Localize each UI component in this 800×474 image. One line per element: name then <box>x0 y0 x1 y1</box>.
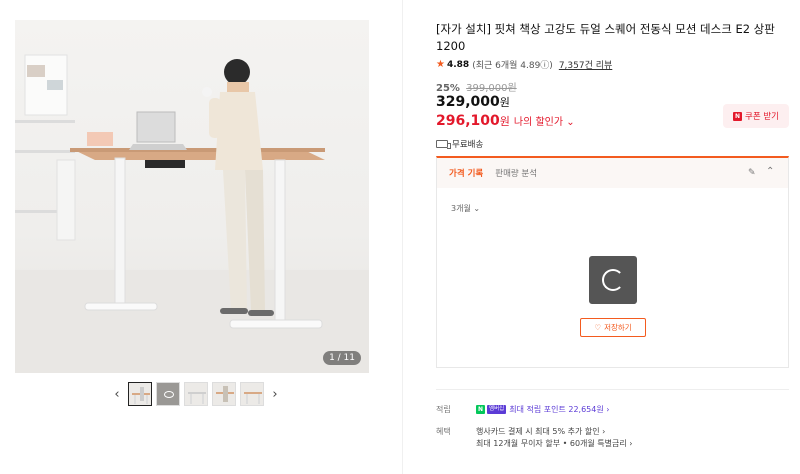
product-page: 1 / 11 ‹ › [자가 설치] 핏쳐 책상 고강도 듀얼 스퀘어 전동식 … <box>0 0 800 474</box>
thumbnail-1[interactable] <box>128 382 152 406</box>
thumbnail-2[interactable] <box>156 382 180 406</box>
spinner-icon <box>602 269 624 291</box>
truck-icon <box>436 140 451 149</box>
tab-sales-analysis[interactable]: 판매량 분석 <box>495 167 537 179</box>
discount-row: 25% 399,000원 <box>436 79 517 94</box>
shipping-info: 무료배송 <box>436 138 483 150</box>
card-discount-link[interactable]: 행사카드 결제 시 최대 5% 추가 할인 › <box>476 426 632 438</box>
shipping-label: 무료배송 <box>452 140 484 150</box>
sale-price: 329,000원 <box>436 94 510 110</box>
thumbnail-strip: ‹ › <box>110 382 282 406</box>
npay-badge: N 멤버십 <box>476 404 507 415</box>
rating-score: 4.88 <box>446 59 470 70</box>
thumbnail-5[interactable] <box>240 382 264 406</box>
membership-badge: 멤버십 <box>487 405 507 414</box>
rating-recent[interactable]: (최근 6개월 4.89ⓘ) <box>472 58 553 71</box>
star-icon: ★ <box>436 59 445 70</box>
sale-price-value: 329,000 <box>436 94 500 110</box>
npay-logo: N <box>476 405 486 414</box>
max-points-link[interactable]: 최대 적립 포인트 22,654원 › <box>509 404 609 415</box>
thumbnail-next-arrow-icon[interactable]: › <box>268 382 282 406</box>
my-price-value: 296,100 <box>436 113 500 129</box>
edit-icon[interactable]: ✎ <box>748 168 758 178</box>
coupon-button[interactable]: N 쿠폰 받기 <box>723 104 789 128</box>
discount-percent: 25% <box>436 83 460 94</box>
product-main-image[interactable]: 1 / 11 <box>15 20 369 373</box>
sale-price-unit: 원 <box>499 96 510 109</box>
benefits-row: 혜택 행사카드 결제 시 최대 5% 추가 할인 › 최대 12개월 무이자 할… <box>436 426 632 450</box>
save-label: 저장하기 <box>604 323 632 332</box>
loading-spinner <box>589 256 637 304</box>
heart-icon: ♡ <box>594 323 602 332</box>
benefits-list: 행사카드 결제 시 최대 5% 추가 할인 › 최대 12개월 무이자 할부 •… <box>476 426 632 450</box>
thumbnail-4[interactable] <box>212 382 236 406</box>
price-history-panel: 가격 기록 판매량 분석 ✎ ⌃ 3개월 ⌄ ♡ 저장하기 <box>436 156 789 368</box>
chevron-up-icon[interactable]: ⌃ <box>766 166 778 178</box>
tab-price-history[interactable]: 가격 기록 <box>449 167 483 179</box>
image-counter-badge: 1 / 11 <box>323 351 361 365</box>
my-price-dropdown[interactable]: 나의 할인가 ⌄ <box>514 117 575 128</box>
product-title: [자가 설치] 핏쳐 책상 고강도 듀얼 스퀘어 전동식 모션 데스크 E2 상… <box>436 22 775 53</box>
installment-link[interactable]: 최대 12개월 무이자 할부 • 60개월 특별금리 › <box>476 438 632 450</box>
rating-row: ★ 4.88 (최근 6개월 4.89ⓘ) 7,357건 리뷰 <box>436 58 612 71</box>
my-price-unit: 원 <box>499 115 510 128</box>
coupon-icon: N <box>733 111 742 121</box>
thumbnail-3[interactable] <box>184 382 208 406</box>
product-photo-illustration <box>15 54 369 373</box>
section-divider <box>436 389 789 390</box>
review-count-link[interactable]: 7,357건 리뷰 <box>559 58 612 71</box>
coupon-label: 쿠폰 받기 <box>745 112 779 122</box>
benefits-label: 혜택 <box>436 427 451 436</box>
my-discount-price: 296,100원 나의 할인가 ⌄ <box>436 113 575 129</box>
price-history-header: 가격 기록 판매량 분석 ✎ ⌃ <box>437 158 788 188</box>
points-label: 적립 <box>436 405 451 414</box>
period-dropdown[interactable]: 3개월 ⌄ <box>451 203 480 214</box>
thumbnail-prev-arrow-icon[interactable]: ‹ <box>110 382 124 406</box>
original-price: 399,000원 <box>466 83 517 94</box>
points-row: 적립 N 멤버십 최대 적립 포인트 22,654원 › <box>436 404 609 415</box>
column-divider <box>402 0 403 474</box>
save-button[interactable]: ♡ 저장하기 <box>580 318 646 337</box>
